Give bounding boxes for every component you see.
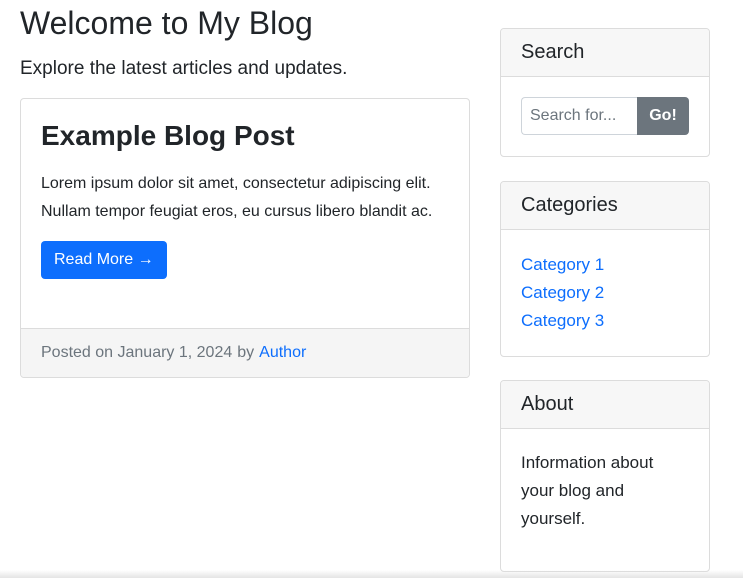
search-input[interactable] — [521, 97, 637, 135]
post-title: Example Blog Post — [41, 120, 295, 151]
read-more-button[interactable]: Read More → — [41, 241, 167, 279]
category-link-3[interactable]: Category 3 — [521, 311, 604, 330]
category-list-item: Category 3 — [521, 307, 689, 335]
search-widget: Search Go! — [500, 28, 710, 157]
post-date: Posted on January 1, 2024 — [41, 344, 233, 361]
about-widget-body: Information about your blog and yourself… — [501, 429, 709, 553]
category-list-item: Category 1 — [521, 251, 689, 279]
search-widget-body: Go! — [501, 77, 709, 155]
bottom-edge-shadow — [0, 570, 743, 578]
main-column: Welcome to My Blog Explore the latest ar… — [20, 0, 470, 378]
page-subtitle: Explore the latest articles and updates. — [20, 58, 348, 79]
blog-post-card: Example Blog Post Lorem ipsum dolor sit … — [20, 98, 470, 378]
about-widget: About Information about your blog and yo… — [500, 380, 710, 572]
post-footer: Posted on January 1, 2024 by Author — [21, 328, 469, 377]
search-widget-title: Search — [501, 29, 709, 77]
categories-widget-body: Category 1 Category 2 Category 3 — [501, 230, 709, 355]
about-widget-title: About — [501, 381, 709, 429]
post-body: Example Blog Post Lorem ipsum dolor sit … — [21, 99, 469, 279]
search-group: Go! — [521, 97, 689, 135]
category-link-2[interactable]: Category 2 — [521, 283, 604, 302]
post-excerpt: Lorem ipsum dolor sit amet, consectetur … — [41, 175, 433, 220]
search-go-button[interactable]: Go! — [637, 97, 689, 135]
categories-widget: Categories Category 1 Category 2 Categor… — [500, 181, 710, 357]
category-link-1[interactable]: Category 1 — [521, 255, 604, 274]
page-title: Welcome to My Blog — [20, 5, 313, 41]
author-link[interactable]: Author — [259, 344, 306, 362]
category-list: Category 1 Category 2 Category 3 — [521, 251, 689, 335]
about-text: Information about your blog and yourself… — [521, 453, 654, 528]
category-list-item: Category 2 — [521, 279, 689, 307]
post-by-label: by — [237, 344, 255, 361]
categories-widget-title: Categories — [501, 182, 709, 230]
